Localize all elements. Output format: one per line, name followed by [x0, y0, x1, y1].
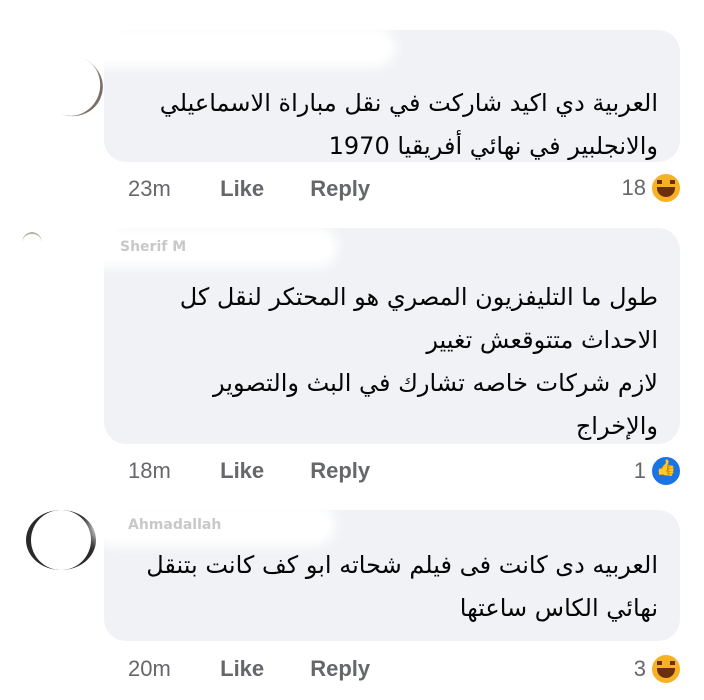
reply-button[interactable]: Reply	[310, 458, 370, 484]
comment-line: نهائي الكاس ساعتها	[459, 594, 658, 622]
haha-emoji-icon	[650, 172, 682, 204]
reaction-count: 1	[633, 458, 646, 483]
like-button[interactable]: Like	[220, 176, 304, 202]
reaction-summary[interactable]: 18	[622, 172, 682, 204]
haha-emoji-icon	[650, 653, 682, 685]
comment-line: طول ما التليفزيون المصري هو المحتكر لنقل…	[179, 283, 658, 311]
reaction-summary[interactable]: 1	[634, 455, 682, 487]
comment-line: العربية دي اكيد شاركت في نقل مباراة الاس…	[159, 89, 658, 117]
comment-actions: 18m Like Reply	[128, 458, 370, 484]
comment-line: والانجلبير في نهائي أفريقيا 1970	[328, 132, 658, 160]
like-thumb-icon	[650, 455, 682, 487]
reply-button[interactable]: Reply	[310, 176, 370, 202]
like-button[interactable]: Like	[220, 458, 304, 484]
comment-text: طول ما التليفزيون المصري هو المحتكر لنقل…	[180, 276, 658, 448]
reaction-count: 18	[621, 175, 646, 200]
comment-line: الاحداث متتوقعش تغيير	[426, 326, 658, 354]
like-button[interactable]: Like	[220, 656, 304, 682]
timestamp[interactable]: 18m	[128, 458, 214, 484]
comment-text: العربية دي اكيد شاركت في نقل مباراة الاس…	[160, 82, 658, 168]
comment-actions: 20m Like Reply	[128, 656, 370, 682]
comment-bubble: العربية دي اكيد شاركت في نقل مباراة الاس…	[88, 30, 680, 162]
timestamp[interactable]: 23m	[128, 176, 214, 202]
author-name[interactable]: Ahmadallah	[98, 512, 328, 538]
author-name[interactable]: Sherif M	[90, 234, 330, 260]
comment-bubble: Ahmadallah العربيه دى كانت فى فيلم شحاته…	[98, 510, 680, 641]
comment-bubble: Sherif M طول ما التليفزيون المصري هو الم…	[90, 228, 680, 444]
comment-text: العربيه دى كانت فى فيلم شحاته ابو كف كان…	[146, 544, 658, 630]
comment-line: لازم شركات خاصه تشارك في البث والتصوير	[213, 369, 658, 397]
reaction-summary[interactable]: 3	[634, 653, 682, 685]
timestamp[interactable]: 20m	[128, 656, 214, 682]
reaction-count: 3	[633, 656, 646, 681]
comment-line: العربيه دى كانت فى فيلم شحاته ابو كف كان…	[146, 551, 658, 579]
avatar[interactable]	[26, 510, 96, 570]
avatar[interactable]	[22, 232, 42, 254]
comment-actions: 23m Like Reply	[128, 176, 370, 202]
author-name[interactable]	[88, 34, 388, 60]
reply-button[interactable]: Reply	[310, 656, 370, 682]
comment-line: والإخراج	[575, 412, 658, 440]
